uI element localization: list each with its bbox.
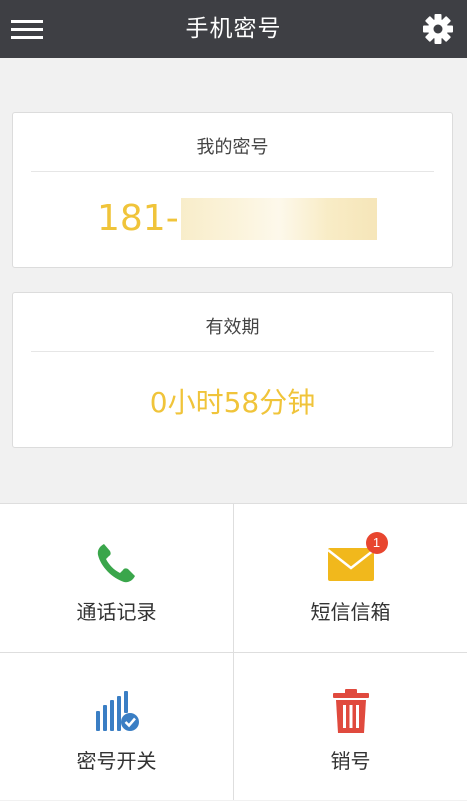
page-title: 手机密号 <box>185 16 282 42</box>
number-toggle-label: 密号开关 <box>76 749 157 773</box>
cancel-number-button[interactable]: 销号 <box>234 653 467 801</box>
signal-check-icon <box>90 687 144 737</box>
private-number: 181- <box>97 197 377 241</box>
call-log-button[interactable]: 通话记录 <box>0 504 233 652</box>
card-divider <box>31 351 434 352</box>
validity-card-label: 有效期 <box>205 317 260 338</box>
phone-icon <box>90 538 144 588</box>
call-log-label: 通话记录 <box>76 600 157 624</box>
number-card-label: 我的密号 <box>196 137 269 158</box>
cancel-number-label: 销号 <box>330 749 371 773</box>
sms-inbox-label: 短信信箱 <box>310 600 391 624</box>
gear-icon <box>423 14 453 44</box>
settings-button[interactable] <box>419 10 457 48</box>
validity-value: 0小时58分钟 <box>149 386 316 419</box>
number-card: 我的密号 181- <box>12 112 453 268</box>
sms-inbox-button[interactable]: 1 短信信箱 <box>234 504 467 652</box>
validity-card: 有效期 0小时58分钟 <box>12 292 453 448</box>
action-grid: 通话记录 1 短信信箱 密号开关 销号 <box>0 503 467 800</box>
app-header: 手机密号 <box>0 0 467 58</box>
unread-badge: 1 <box>365 532 388 554</box>
number-toggle-button[interactable]: 密号开关 <box>0 653 233 801</box>
number-redaction-mask <box>180 198 377 240</box>
envelope-icon: 1 <box>324 532 388 588</box>
number-prefix: 181- <box>97 198 179 239</box>
card-divider <box>31 171 434 172</box>
trash-icon <box>324 687 378 737</box>
